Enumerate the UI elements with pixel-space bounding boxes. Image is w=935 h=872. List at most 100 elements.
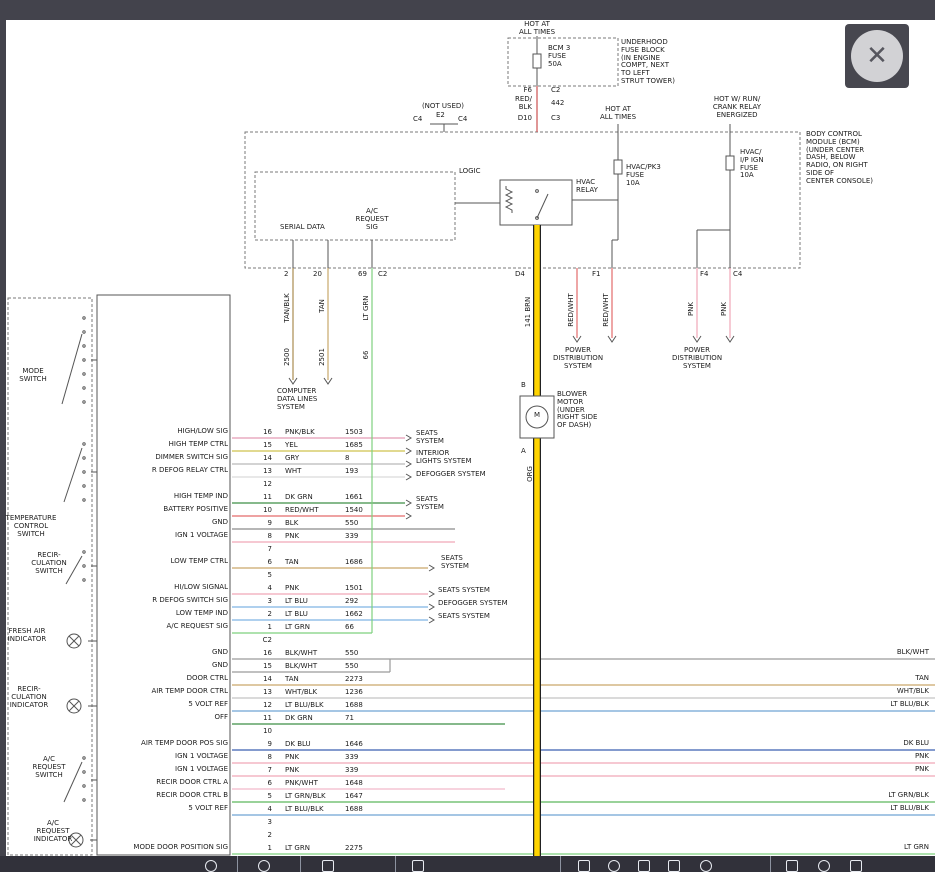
serial-data-label: SERIAL DATA (280, 224, 332, 232)
pin-number: 8 (258, 532, 272, 540)
mail-icon[interactable] (578, 860, 590, 872)
panel-pin-label: MODE DOOR POSITION SIG (100, 843, 228, 851)
close-button[interactable]: ✕ (851, 30, 903, 82)
wire-row: 12LT BLU/BLK1688 (258, 700, 388, 713)
wire-row: 9DK BLU1646 (258, 739, 388, 752)
wire-color: PNK (285, 753, 299, 761)
circuit-number: 1646 (345, 740, 363, 748)
panel-pin-label: AIR TEMP DOOR POS SIG (100, 739, 228, 747)
right-wire-label: PNK (823, 752, 929, 760)
circuit-number: 292 (345, 597, 358, 605)
pin-number: 10 (258, 727, 272, 735)
interior-lights-label: INTERIOR LIGHTS SYSTEM (416, 450, 486, 466)
wire-color: PNK/WHT (285, 779, 318, 787)
pin-number: C2 (258, 636, 272, 644)
connector-e2-label: E2 (436, 112, 452, 120)
bcm-pin-69: 69 (358, 271, 372, 279)
pin-number: 3 (258, 597, 272, 605)
account-icon[interactable] (205, 860, 217, 872)
seats-system-label-4: SEATS SYSTEM (438, 587, 518, 595)
person-icon[interactable] (258, 860, 270, 872)
pin-number: 11 (258, 714, 272, 722)
pin-number: 1 (258, 623, 272, 631)
pin-number: 4 (258, 805, 272, 813)
wire-color: LT BLU/BLK (285, 805, 324, 813)
circuit-66-label: 66 (362, 342, 370, 368)
bookmark-icon[interactable] (786, 860, 798, 872)
toolbar-divider (237, 856, 238, 872)
panel-pin-label: IGN 1 VOLTAGE (100, 531, 228, 539)
share-icon[interactable] (700, 860, 712, 872)
seats-system-label-5: SEATS SYSTEM (438, 613, 518, 621)
circuit-number: 193 (345, 467, 358, 475)
wire-color: WHT/BLK (285, 688, 317, 696)
pin-number: 7 (258, 766, 272, 774)
vehicle-icon[interactable] (322, 860, 334, 872)
settings-icon[interactable] (818, 860, 830, 872)
temp-switch-arm (64, 448, 82, 502)
circuit-number: 550 (345, 662, 358, 670)
pin-number: 13 (258, 688, 272, 696)
wire-color: PNK (285, 532, 299, 540)
wire-row: 2 (258, 830, 388, 843)
diagram-viewer: HOT AT ALL TIMES UNDERHOOD FUSE BLOCK (I… (0, 0, 935, 872)
circuit-number: 2275 (345, 844, 363, 852)
not-used-label: (NOT USED) (408, 103, 478, 111)
wire-color: PNK/BLK (285, 428, 315, 436)
circuit-number: 1540 (345, 506, 363, 514)
circuit-number: 66 (345, 623, 354, 631)
bcm-connector-c2: C2 (378, 271, 394, 279)
circuit-2501-label: 2501 (318, 340, 326, 374)
panel-pin-label: IGN 1 VOLTAGE (100, 752, 228, 760)
pin-number: 4 (258, 584, 272, 592)
circuit-number: 1501 (345, 584, 363, 592)
wire-row: 16BLK/WHT550 (258, 648, 388, 661)
circuit-number: 550 (345, 519, 358, 527)
hvac-pk3-fuse-symbol (614, 160, 622, 174)
circuit-number: 1686 (345, 558, 363, 566)
bcm-pin-20: 20 (313, 271, 327, 279)
wire-color: YEL (285, 441, 298, 449)
circuit-number: 2273 (345, 675, 363, 683)
right-wire-label: WHT/BLK (823, 687, 929, 695)
wire-color: LT BLU (285, 610, 308, 618)
pnk-wire-label-1: PNK (687, 294, 695, 324)
wire-row: 4 PNK 1501 (258, 583, 388, 596)
right-wire-label: BLK/WHT (823, 648, 929, 656)
wire-row: 15YEL1685 (258, 440, 388, 453)
circuit-number: 1685 (345, 441, 363, 449)
right-wire-label: LT GRN/BLK (823, 791, 929, 799)
right-wire-label: DK BLU (823, 739, 929, 747)
wire-row: 8PNK339 (258, 531, 388, 544)
pin-number: 1 (258, 844, 272, 852)
wire-color: DK BLU (285, 740, 311, 748)
chat-icon[interactable] (638, 860, 650, 872)
pin-number: 14 (258, 675, 272, 683)
chart-icon[interactable] (850, 860, 862, 872)
wire-color: PNK (285, 766, 299, 774)
wire-color: LT GRN/BLK (285, 792, 326, 800)
wire-color: BLK (285, 519, 298, 527)
wire-color: PNK (285, 584, 299, 592)
wire-row: 13WHT193 (258, 466, 388, 479)
panel-pin-label: R DEFOG SWITCH SIG (100, 596, 228, 604)
wire-row: 10RED/WHT1540 (258, 505, 388, 518)
recirc-indicator-label: RECIR- CULATION INDICATOR (6, 686, 52, 709)
bcm-pin-d4: D4 (515, 271, 531, 279)
pin-number: 2 (258, 831, 272, 839)
print-icon[interactable] (668, 860, 680, 872)
circuit-number: 8 (345, 454, 349, 462)
red-blk-wire-label: RED/ BLK (508, 96, 532, 112)
wire-row: 8PNK339 (258, 752, 388, 765)
panel-pin-label: RECIR DOOR CTRL A (100, 778, 228, 786)
panel-pin-label: DOOR CTRL (100, 674, 228, 682)
apps-grid-icon[interactable] (412, 860, 424, 872)
pin-number: 3 (258, 818, 272, 826)
panel-pin-label: 5 VOLT REF (100, 700, 228, 708)
computer-data-lines-label: COMPUTER DATA LINES SYSTEM (277, 388, 337, 411)
wire-color: LT BLU (285, 597, 308, 605)
red-wht-wire-label-1: RED/WHT (567, 284, 575, 336)
right-wire-label: LT GRN (823, 843, 929, 851)
phone-icon[interactable] (608, 860, 620, 872)
panel-pin-label: HIGH TEMP IND (100, 492, 228, 500)
